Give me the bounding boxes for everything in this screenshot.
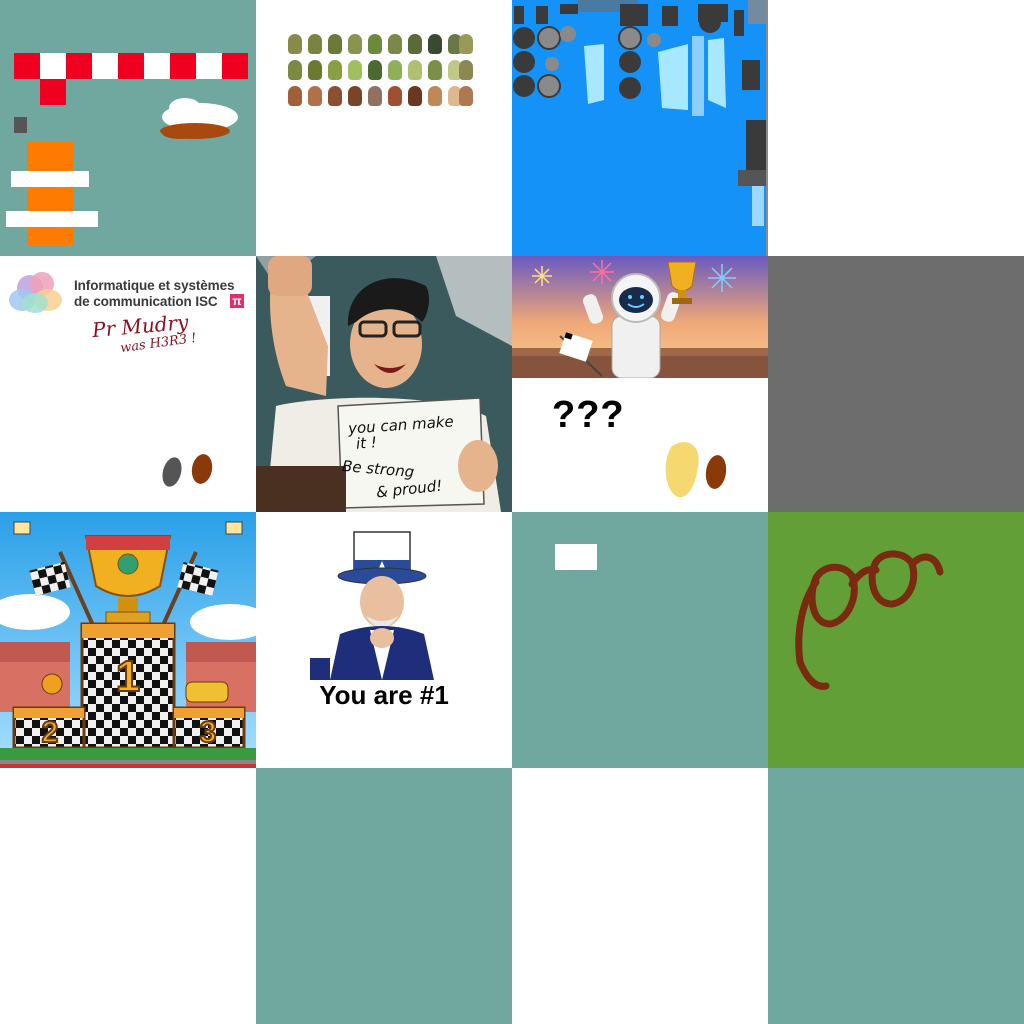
poster-caption: You are #1 xyxy=(319,680,449,710)
pi-badge: π xyxy=(230,294,244,308)
astronaut-celebration-art xyxy=(512,256,768,379)
swatch xyxy=(459,60,473,80)
tile-gray-texture xyxy=(768,256,1024,512)
swatch xyxy=(288,34,302,54)
org-name-line2: de communication ISC xyxy=(74,294,218,309)
swatch xyxy=(368,34,382,54)
tile-isc-logo: Informatique et systèmes de communicatio… xyxy=(0,256,256,512)
tile-blank xyxy=(768,0,1024,256)
swatch xyxy=(408,34,422,54)
traffic-cone xyxy=(6,142,98,246)
tile-grass-glasses xyxy=(768,512,1024,768)
swatch xyxy=(428,60,442,80)
swatch xyxy=(388,86,402,106)
swatch xyxy=(288,60,302,80)
swatch xyxy=(388,60,402,80)
marker-rect xyxy=(555,544,597,570)
tile-blank xyxy=(512,768,768,1024)
tile-race-elements xyxy=(0,0,256,256)
second-place-number: 2 xyxy=(41,715,60,750)
third-place-number: 3 xyxy=(199,715,218,750)
tile-color-palette xyxy=(256,0,512,256)
tile-teal xyxy=(768,768,1024,1024)
sign-line-2: it ! xyxy=(355,433,378,453)
tile-uv-map xyxy=(512,0,768,256)
swatch xyxy=(388,34,402,54)
tile-podium: 1 2 3 xyxy=(0,512,256,768)
swatch xyxy=(428,34,442,54)
swatch xyxy=(368,86,382,106)
uncle-sam-figure xyxy=(310,531,434,680)
swatch xyxy=(408,60,422,80)
swatch xyxy=(408,86,422,106)
swatch xyxy=(348,86,362,106)
swatch xyxy=(328,34,342,54)
swatch xyxy=(328,86,342,106)
tile-coach-comic: you can make it ! Be strong & proud! xyxy=(256,256,512,512)
swatch xyxy=(459,34,473,54)
swatch xyxy=(308,86,322,106)
swatch xyxy=(368,60,382,80)
first-place-number: 1 xyxy=(115,651,141,702)
race-elements-art xyxy=(6,53,248,246)
tile-blank xyxy=(0,768,256,1024)
swatch xyxy=(459,86,473,106)
marker-square xyxy=(14,117,27,133)
swatch xyxy=(308,60,322,80)
swatch xyxy=(328,60,342,80)
swatch xyxy=(288,86,302,106)
tile-teal xyxy=(256,768,512,1024)
org-name-line1: Informatique et systèmes xyxy=(74,278,235,293)
fireworks xyxy=(532,266,552,286)
mystery-question-marks: ??? xyxy=(552,394,625,436)
uv-fragments xyxy=(512,0,768,256)
isc-logo-icon xyxy=(9,272,62,313)
swatch xyxy=(308,34,322,54)
footprint-marks xyxy=(162,454,213,487)
texture-atlas: Informatique et systèmes de communicatio… xyxy=(0,0,1024,1024)
cloud-shape xyxy=(160,98,238,139)
checkered-barrier xyxy=(14,53,248,105)
swatch xyxy=(348,34,362,54)
footprint-marks xyxy=(665,442,727,498)
tile-astronaut-winner: ??? xyxy=(512,256,768,512)
glasses-on-grass xyxy=(768,512,1024,768)
swatch xyxy=(348,60,362,80)
swatch xyxy=(428,86,442,106)
tile-uncle-sam-poster: You are #1 xyxy=(256,512,512,768)
tile-teal-marker xyxy=(512,512,768,768)
